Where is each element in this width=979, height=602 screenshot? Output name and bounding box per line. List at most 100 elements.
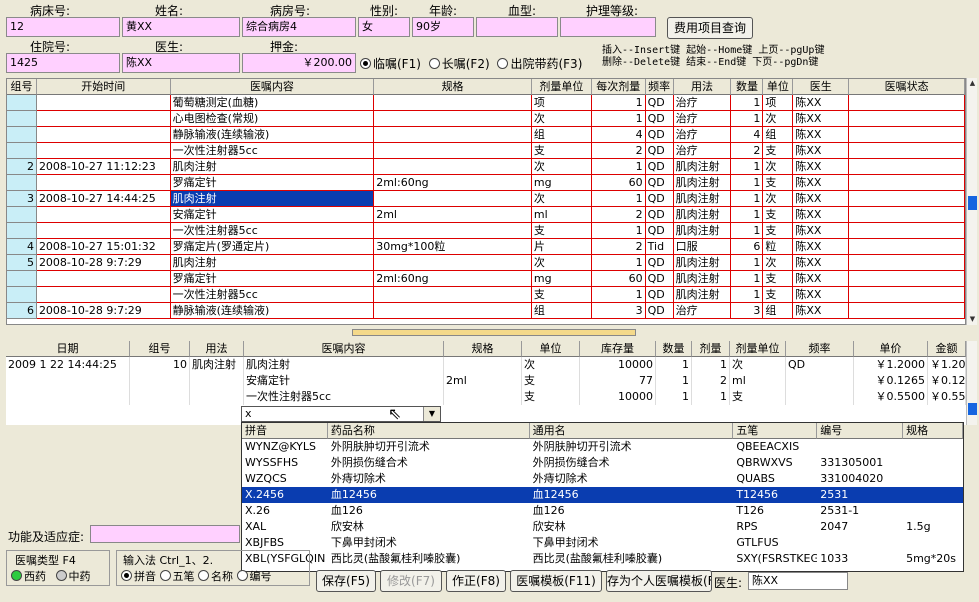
orders-col-header[interactable]: 医嘱状态 xyxy=(849,79,965,95)
scroll-up-icon[interactable]: ▲ xyxy=(967,78,978,89)
dropdown-item[interactable]: XBJFBS 下鼻甲封闭术 下鼻甲封闭术 GTLFUS xyxy=(242,535,963,551)
orders-scrollbar[interactable]: ▲ ▼ xyxy=(966,78,977,325)
orders-col-header[interactable]: 单位 xyxy=(763,79,794,95)
table-row[interactable]: 一次性注射器5cc 支 1 QD 肌肉注射 1 支陈XX xyxy=(7,287,965,303)
input-code[interactable]: 编号 xyxy=(236,570,272,583)
dropdown-item[interactable]: WYNZ@KYLS 外阴肤肿切开引流术 外阴肤肿切开引流术 QBEEACXIS xyxy=(242,439,963,455)
orders-col-header[interactable]: 组号 xyxy=(7,79,37,95)
dropdown-cell: QBRWXVS xyxy=(736,456,793,469)
correct-button[interactable]: 作正(F8) xyxy=(446,570,506,592)
deposit-field[interactable]: ￥200.00 xyxy=(242,53,356,73)
table-row[interactable]: 一次性注射器5cc 支 2 QD 治疗 2 支陈XX xyxy=(7,143,965,159)
dropdown-item[interactable]: X.26 血126 血126 T126 2531-1 xyxy=(242,503,963,519)
details-col-header[interactable]: 库存量 xyxy=(580,341,656,357)
splitter-handle[interactable] xyxy=(352,329,636,336)
orders-col-header[interactable]: 频率 xyxy=(645,79,674,95)
details-col-header[interactable]: 规格 xyxy=(444,341,522,357)
dropdown-item[interactable]: XAL 欣安林 欣安林 RPS 2047 1.5g xyxy=(242,519,963,535)
input-wubi[interactable]: 五笔 xyxy=(159,570,195,583)
details-col-header[interactable]: 剂量 xyxy=(692,341,730,357)
details-table[interactable]: 日期 组号 用法 医嘱内容 规格 单位 库存量 数量 剂量 剂量单位 频率 单价 金额 2009 1 2… xyxy=(6,341,966,425)
scroll-down-icon[interactable]: ▼ xyxy=(967,314,978,325)
table-cell xyxy=(444,357,522,373)
details-col-header[interactable]: 单位 xyxy=(522,341,580,357)
drug-dropdown[interactable]: 拼音 药品名称 通用名 五笔 编号 规格 WYNZ@KYLS 外阴肤肿切开引流术 外阴肤肿切开… xyxy=(241,422,964,572)
table-row[interactable]: 罗痛定针 2ml:60ng mg 60 QD 肌肉注射 1 支陈XX xyxy=(7,271,965,287)
orders-col-header[interactable]: 剂量单位 xyxy=(531,79,592,95)
table-row[interactable]: 5 2008-10-28 9:7:29 肌肉注射次 1 QD 肌肉注射 1 次陈XX xyxy=(7,255,965,271)
order-type-temp[interactable]: 临嘱(F1) xyxy=(360,57,421,71)
bottom-doctor-field[interactable]: 陈XX xyxy=(748,572,848,590)
sex-field[interactable]: 女 xyxy=(358,17,410,37)
orders-table[interactable]: 组号 开始时间 医嘱内容 规格 剂量单位 每次剂量 频率 用法 数量 单位 医生 医嘱状态 葡萄糖测定… xyxy=(6,78,966,325)
details-col-header[interactable]: 剂量单位 xyxy=(730,341,786,357)
orders-col-header[interactable]: 数量 xyxy=(731,79,764,95)
details-col-header[interactable]: 频率 xyxy=(786,341,854,357)
details-col-header[interactable]: 数量 xyxy=(656,341,692,357)
input-name[interactable]: 名称 xyxy=(198,570,233,583)
chevron-down-icon[interactable]: ▼ xyxy=(423,407,440,421)
fee-query-button[interactable]: 费用项目查询 xyxy=(667,17,753,39)
dropdown-item[interactable]: WYSSFHS 外阴损伤缝合术 外阴损伤缝合术 QBRWXVS 331305001 xyxy=(242,455,963,471)
table-cell: 支 xyxy=(763,223,794,239)
table-row[interactable]: 心电图检查(常规) 次 1 QD 治疗 1 次陈XX xyxy=(7,111,965,127)
edit-button[interactable]: 修改(F7) xyxy=(380,570,442,592)
blood-field[interactable] xyxy=(476,17,558,37)
table-cell: QD xyxy=(645,95,674,111)
table-row[interactable]: 葡萄糖测定(血糖) 项 1 QD 治疗 1 项陈XX xyxy=(7,95,965,111)
table-row[interactable]: 3 2008-10-27 14:44:25 肌肉注射次 1 QD 肌肉注射 1 次陈XX xyxy=(7,191,965,207)
orders-col-header[interactable]: 开始时间 xyxy=(36,79,171,95)
order-type-long[interactable]: 长嘱(F2) xyxy=(428,57,490,71)
doctor-field[interactable]: 陈XX xyxy=(122,53,240,73)
save-button[interactable]: 保存(F5) xyxy=(316,570,376,592)
details-col-header[interactable]: 单价 xyxy=(854,341,928,357)
admit-field[interactable]: 1425 xyxy=(6,53,120,73)
table-row[interactable]: 静脉输液(连续输液) 组 4 QD 治疗 4 组陈XX xyxy=(7,127,965,143)
details-col-header[interactable]: 金额 xyxy=(928,341,966,357)
table-row[interactable]: 2 2008-10-27 11:12:23 肌肉注射次 1 QD 肌肉注射 1 次陈XX xyxy=(7,159,965,175)
dropdown-cell: SXY(FSRSTKEG xyxy=(736,552,818,565)
details-scrollbar[interactable] xyxy=(966,341,977,425)
age-field[interactable]: 90岁 xyxy=(412,17,474,37)
scroll-thumb[interactable] xyxy=(968,403,977,415)
template-button[interactable]: 医嘱模板(F11) xyxy=(510,570,602,592)
orders-col-header[interactable]: 医嘱内容 xyxy=(170,79,375,95)
table-cell: 葡萄糖测定(血糖) xyxy=(170,95,375,111)
table-row[interactable]: 6 2008-10-28 9:7:29 静脉输液(连续输液) 组 3 QD 治疗 3 组陈XX xyxy=(7,303,965,319)
table-cell: 治疗 xyxy=(673,111,732,127)
table-row[interactable]: 4 2008-10-27 15:01:32 罗痛定片(罗通定片) 30mg*100粒片… xyxy=(7,239,965,255)
drug-search-input[interactable]: x xyxy=(241,406,441,422)
bed-field[interactable]: 12 xyxy=(6,17,120,37)
radio-icon xyxy=(121,570,132,581)
table-row[interactable]: 罗痛定针 2ml:60ng mg 60 QD 肌肉注射 1 支陈XX xyxy=(7,175,965,191)
dropdown-item[interactable]: WZQCS 外痔切除术 外痔切除术 QUABS 331004020 xyxy=(242,471,963,487)
details-col-header[interactable]: 医嘱内容 xyxy=(244,341,444,357)
table-cell: 2ml xyxy=(444,373,522,389)
table-cell: 肌肉注射 xyxy=(673,191,732,207)
table-row[interactable]: 安痛定针2ml支7712ml￥0.1265￥0.1265 xyxy=(6,373,966,389)
orders-col-header[interactable]: 医生 xyxy=(793,79,850,95)
indication-field[interactable] xyxy=(90,525,240,543)
save-template-button[interactable]: 存为个人医嘱模板(F12) xyxy=(606,570,712,592)
med-type-western[interactable]: 西药 xyxy=(11,570,46,583)
orders-col-header[interactable]: 用法 xyxy=(673,79,732,95)
table-row[interactable]: 2009 1 22 14:44:25 10 肌肉注射 肌肉注射次 10000 1 1 次 QD ￥… xyxy=(6,357,966,373)
name-field[interactable]: 黄XX xyxy=(122,17,240,37)
orders-col-header[interactable]: 每次剂量 xyxy=(591,79,646,95)
ward-field[interactable]: 综合病房4 xyxy=(242,17,356,37)
details-col-header[interactable]: 日期 xyxy=(6,341,130,357)
dropdown-item[interactable]: XBL(YSFGLQIN 西比灵(盐酸氟桂利嗪胶囊) 西比灵(盐酸氟桂利嗪胶囊) SX… xyxy=(242,551,963,567)
dropdown-item[interactable]: X.2456 血12456 血12456 T12456 2531 xyxy=(242,487,963,503)
med-type-chinese[interactable]: 中药 xyxy=(55,570,91,583)
scroll-thumb[interactable] xyxy=(968,196,977,210)
table-row[interactable]: 安痛定针 2ml ml 2 QD 肌肉注射 1 支陈XX xyxy=(7,207,965,223)
table-cell xyxy=(849,175,965,191)
input-pinyin[interactable]: 拼音 xyxy=(121,570,156,583)
details-col-header[interactable]: 组号 xyxy=(130,341,190,357)
details-col-header[interactable]: 用法 xyxy=(190,341,244,357)
orders-col-header[interactable]: 规格 xyxy=(374,79,532,95)
table-row[interactable]: 一次性注射器5cc支1000011支￥0.5500￥0.5500 xyxy=(6,389,966,405)
table-row[interactable]: 一次性注射器5cc 支 1 QD 肌肉注射 1 支陈XX xyxy=(7,223,965,239)
care-field[interactable] xyxy=(560,17,656,37)
order-type-discharge[interactable]: 出院带药(F3) xyxy=(497,57,582,71)
